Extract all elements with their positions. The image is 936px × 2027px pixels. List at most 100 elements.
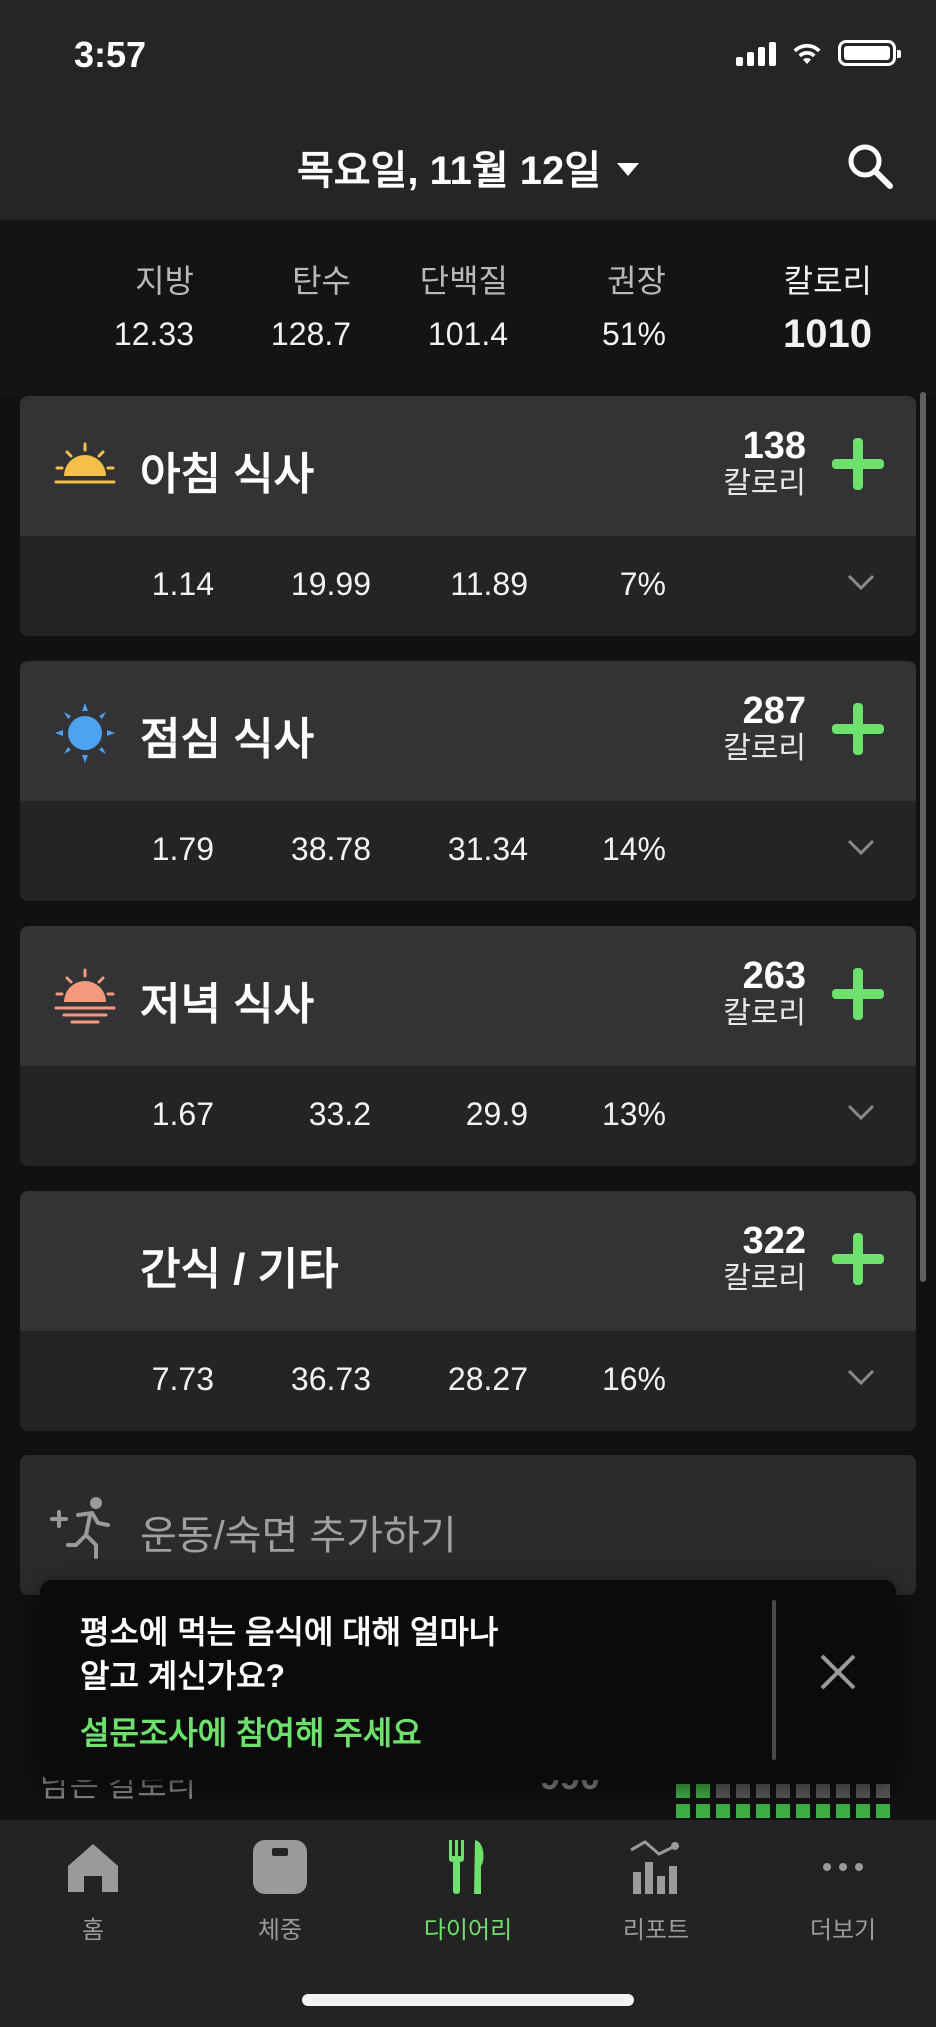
survey-toast[interactable]: 평소에 먹는 음식에 대해 얼마나 알고 계신가요? 설문조사에 참여해 주세요 — [40, 1580, 896, 1780]
meal-calories: 287 칼로리 — [723, 691, 806, 767]
survey-toast-message: 평소에 먹는 음식에 대해 얼마나 알고 계신가요? — [80, 1610, 580, 1698]
add-exercise-sleep-button[interactable]: 운동/숙면 추가하기 — [20, 1455, 916, 1595]
tab-diary[interactable]: 다이어리 — [393, 1836, 543, 1945]
grid-cell — [816, 1804, 830, 1818]
summary-protein: 단백질 101.4 — [420, 256, 508, 353]
sunrise-icon — [54, 442, 116, 484]
summary-recommended-label: 권장 — [607, 263, 666, 299]
meal-calories-unit: 칼로리 — [723, 467, 806, 500]
meal-calories-value: 287 — [742, 690, 806, 732]
grid-cell — [756, 1804, 770, 1818]
summary-carbs-label: 탄수 — [292, 263, 351, 299]
add-food-plus-icon[interactable] — [830, 1231, 886, 1287]
summary-calories: 칼로리 1010 — [783, 256, 872, 357]
meal-carbs: 38.78 — [290, 831, 371, 867]
meal-recommended: 16% — [601, 1361, 666, 1397]
grid-cell — [796, 1784, 810, 1798]
meal-carbs: 19.99 — [290, 566, 371, 602]
cellular-signal-icon — [736, 40, 776, 66]
report-chart-icon — [630, 1840, 679, 1894]
meal-protein: 28.27 — [447, 1361, 528, 1397]
tab-home[interactable]: 홈 — [18, 1836, 168, 1945]
summary-fat: 지방 12.33 — [114, 256, 194, 353]
tab-more[interactable]: 더보기 — [768, 1836, 918, 1945]
tab-report-label: 리포트 — [622, 1917, 690, 1944]
meal-recommended: 14% — [601, 831, 666, 867]
tab-more-label: 더보기 — [809, 1917, 877, 1944]
daily-summary: 지방 12.33 탄수 128.7 단백질 101.4 권장 51% 칼로리 1… — [0, 220, 936, 396]
meal-fat: 1.14 — [151, 566, 214, 602]
summary-recommended-value: 51% — [601, 316, 666, 352]
grid-cell — [676, 1804, 690, 1818]
grid-cell — [856, 1784, 870, 1798]
grid-cell — [716, 1784, 730, 1798]
meal-calories-value: 138 — [742, 425, 806, 467]
meal-fat: 1.79 — [151, 831, 214, 867]
grid-cell — [756, 1784, 770, 1798]
meal-recommended: 7% — [619, 566, 666, 602]
home-icon — [68, 1844, 118, 1892]
grid-cell — [836, 1784, 850, 1798]
calorie-grid-peek — [676, 1784, 906, 1820]
meal-calories-unit: 칼로리 — [723, 732, 806, 765]
meal-calories: 138 칼로리 — [723, 426, 806, 502]
summary-calories-value: 1010 — [783, 312, 872, 356]
home-indicator — [302, 1994, 634, 2006]
meal-card-snack[interactable]: 간식 / 기타 322 칼로리 7.73 36.73 28.27 16% — [20, 1191, 916, 1431]
chevron-down-icon[interactable] — [846, 837, 876, 857]
scrollbar[interactable] — [920, 392, 926, 1282]
summary-recommended: 권장 51% — [602, 256, 666, 353]
search-icon[interactable] — [844, 140, 896, 192]
meal-header: 아침 식사 138 칼로리 — [20, 396, 916, 536]
grid-cell — [736, 1784, 750, 1798]
meal-calories-value: 322 — [742, 1220, 806, 1262]
grid-cell — [816, 1784, 830, 1798]
meal-protein: 29.9 — [465, 1096, 528, 1132]
moon-icon — [72, 1245, 90, 1281]
add-food-plus-icon[interactable] — [830, 701, 886, 757]
grid-cell — [676, 1784, 690, 1798]
meal-header: 저녁 식사 263 칼로리 — [20, 926, 916, 1066]
summary-calories-label: 칼로리 — [783, 263, 872, 299]
chevron-down-icon[interactable] — [846, 572, 876, 592]
tab-weight-label: 체중 — [257, 1917, 303, 1944]
meal-card-lunch[interactable]: 점심 식사 287 칼로리 1.79 38.78 31.34 14% — [20, 661, 916, 901]
grid-cell — [876, 1784, 890, 1798]
grid-cell — [716, 1804, 730, 1818]
meal-calories-value: 263 — [742, 955, 806, 997]
tab-diary-label: 다이어리 — [423, 1917, 513, 1944]
scale-icon — [253, 1840, 307, 1894]
chevron-down-icon[interactable] — [846, 1367, 876, 1387]
date-label: 목요일, 11월 12일 — [296, 149, 602, 193]
grid-cell — [796, 1804, 810, 1818]
grid-cell — [736, 1804, 750, 1818]
meal-carbs: 33.2 — [308, 1096, 371, 1132]
meal-calories: 263 칼로리 — [723, 956, 806, 1032]
summary-carbs: 탄수 128.7 — [271, 256, 351, 353]
meal-fat: 7.73 — [151, 1361, 214, 1397]
add-food-plus-icon[interactable] — [830, 436, 886, 492]
meal-title: 저녁 식사 — [140, 980, 315, 1029]
tab-weight[interactable]: 체중 — [205, 1836, 355, 1945]
meal-card-breakfast[interactable]: 아침 식사 138 칼로리 1.14 19.99 11.89 7% — [20, 396, 916, 636]
add-food-plus-icon[interactable] — [830, 966, 886, 1022]
tab-report[interactable]: 리포트 — [581, 1836, 731, 1945]
caret-down-icon — [617, 162, 640, 176]
meal-card-dinner[interactable]: 저녁 식사 263 칼로리 1.67 33.2 29.9 13% — [20, 926, 916, 1166]
meal-calories-unit: 칼로리 — [723, 1262, 806, 1295]
survey-toast-line2: 알고 계신가요? — [80, 1658, 286, 1694]
sun-icon — [55, 703, 115, 763]
sunset-icon — [54, 968, 116, 1024]
summary-fat-label: 지방 — [135, 263, 194, 299]
date-selector[interactable]: 목요일, 11월 12일 — [0, 138, 936, 196]
status-time: 3:57 — [74, 34, 147, 75]
toast-divider — [772, 1600, 776, 1760]
close-icon[interactable] — [818, 1652, 858, 1692]
grid-cell — [856, 1804, 870, 1818]
chevron-down-icon[interactable] — [846, 1102, 876, 1122]
meal-nutrient-row: 1.67 33.2 29.9 13% — [20, 1066, 916, 1166]
status-icons — [736, 40, 901, 66]
survey-cta-link[interactable]: 설문조사에 참여해 주세요 — [80, 1708, 422, 1754]
meal-fat: 1.67 — [151, 1096, 214, 1132]
grid-cell — [836, 1804, 850, 1818]
